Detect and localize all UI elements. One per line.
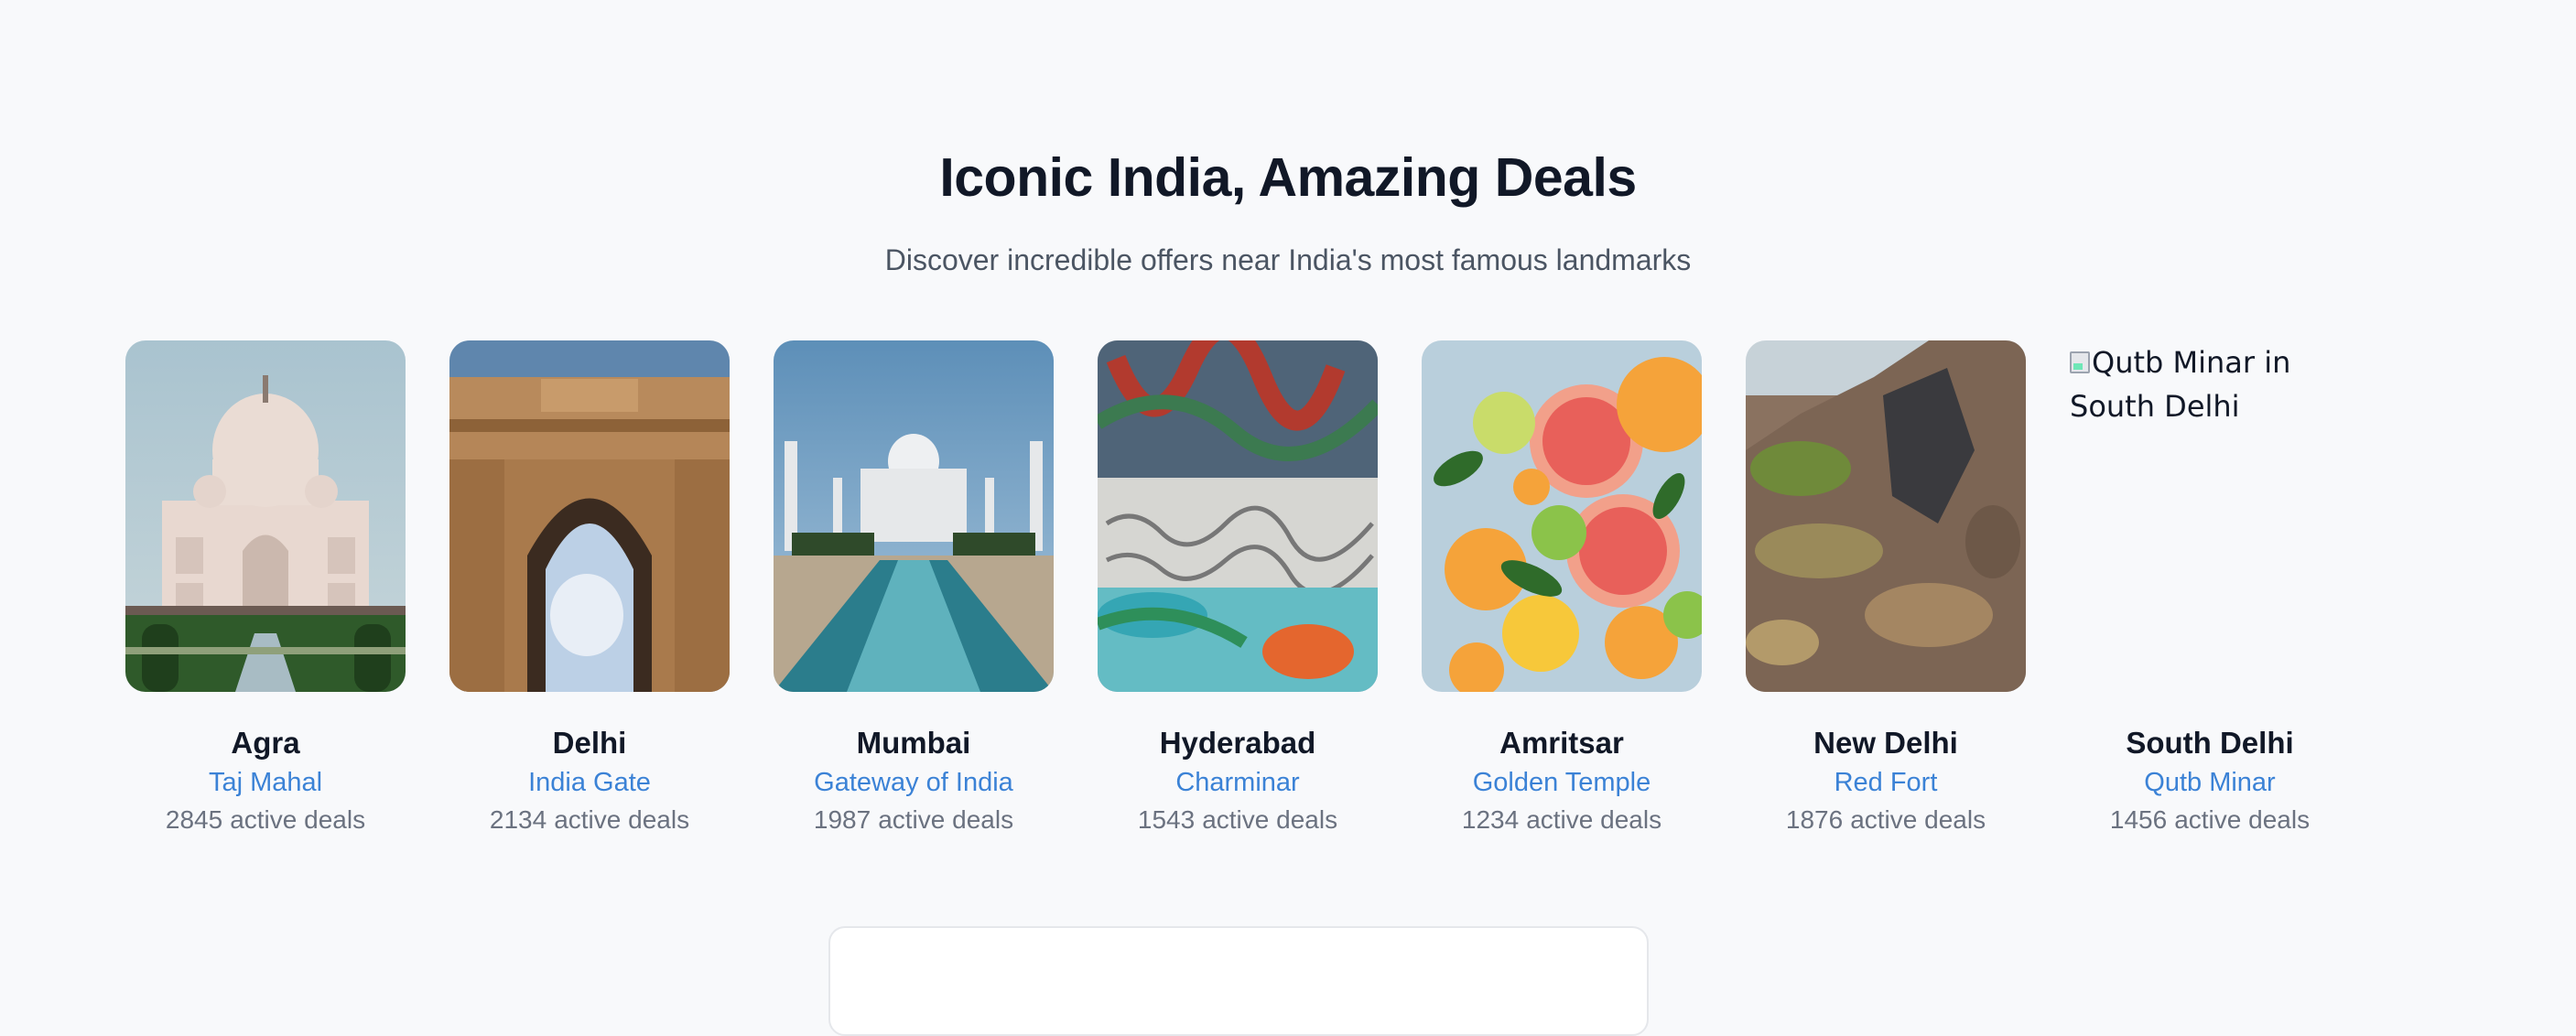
city-name: Amritsar [1499, 726, 1624, 760]
deal-count: 1876 [1785, 804, 1844, 834]
rocky-hillside-photo [1746, 340, 2026, 692]
city-card-south-delhi[interactable]: Qutb Minar in South Delhi South Delhi Qu… [2070, 340, 2350, 837]
city-card-hyderabad[interactable]: Hyderabad Charminar 1543 active deals [1098, 340, 1378, 837]
active-deals-count: 1543 active deals [1098, 803, 1378, 837]
city-name: Delhi [552, 726, 627, 760]
landmark-link[interactable]: Gateway of India [774, 765, 1054, 801]
section-subtitle: Discover incredible offers near India's … [884, 243, 1692, 276]
deals-suffix: active deals [2174, 804, 2311, 834]
city-name: Hyderabad [1159, 726, 1316, 760]
city-name: Mumbai [856, 726, 971, 760]
landmark-link[interactable]: India Gate [449, 765, 730, 801]
deals-suffix: active deals [1850, 804, 1986, 834]
city-name: Agra [231, 726, 300, 760]
city-card-delhi[interactable]: Delhi India Gate 2134 active deals [449, 340, 730, 837]
bottom-panel [828, 926, 1649, 1036]
charminar-image[interactable] [1098, 340, 1378, 692]
active-deals-count: 2134 active deals [449, 803, 730, 837]
deal-count: 2845 [165, 804, 223, 834]
active-deals-count: 1987 active deals [774, 803, 1054, 837]
landmark-link[interactable]: Charminar [1098, 765, 1378, 801]
landmark-link[interactable]: Golden Temple [1422, 765, 1702, 801]
golden-temple-image[interactable] [1422, 340, 1702, 692]
citrus-fruits-photo [1422, 340, 1702, 692]
active-deals-count: 2845 active deals [125, 803, 406, 837]
deal-count: 1987 [813, 804, 871, 834]
india-gate-photo [449, 340, 730, 692]
city-card-agra[interactable]: Agra Taj Mahal 2845 active deals [125, 340, 406, 837]
graffiti-wall-photo [1098, 340, 1378, 692]
section-title: Iconic India, Amazing Deals [939, 146, 1637, 208]
landmark-link[interactable]: Taj Mahal [125, 765, 406, 801]
deals-suffix: active deals [1202, 804, 1338, 834]
deal-count: 2134 [489, 804, 547, 834]
deals-suffix: active deals [1526, 804, 1662, 834]
broken-image-alt: Qutb Minar in South Delhi [2070, 340, 2350, 428]
city-name: South Delhi [2126, 726, 2294, 760]
deal-count: 1456 [2109, 804, 2168, 834]
deals-suffix: active deals [230, 804, 366, 834]
broken-image-icon [2070, 351, 2090, 373]
landmark-card-grid: Agra Taj Mahal 2845 active deals Delhi In… [125, 340, 2350, 837]
gateway-of-india-image[interactable] [774, 340, 1054, 692]
city-name: New Delhi [1813, 726, 1958, 760]
deal-count: 1543 [1137, 804, 1196, 834]
landmark-link[interactable]: Red Fort [1746, 765, 2026, 801]
taj-mahal-photo [125, 340, 406, 692]
qutb-minar-image[interactable]: Qutb Minar in South Delhi [2070, 340, 2350, 692]
deal-count: 1234 [1461, 804, 1520, 834]
image-alt-text: Qutb Minar in South Delhi [2070, 345, 2291, 424]
deals-suffix: active deals [878, 804, 1014, 834]
active-deals-count: 1876 active deals [1746, 803, 2026, 837]
city-card-mumbai[interactable]: Mumbai Gateway of India 1987 active deals [774, 340, 1054, 837]
india-gate-image[interactable] [449, 340, 730, 692]
active-deals-count: 1234 active deals [1422, 803, 1702, 837]
landmark-link[interactable]: Qutb Minar [2070, 765, 2350, 801]
active-deals-count: 1456 active deals [2070, 803, 2350, 837]
red-fort-image[interactable] [1746, 340, 2026, 692]
taj-mahal-image[interactable] [125, 340, 406, 692]
city-card-new-delhi[interactable]: New Delhi Red Fort 1876 active deals [1746, 340, 2026, 837]
taj-mahal-reflecting-pool-photo [774, 340, 1054, 692]
deals-suffix: active deals [554, 804, 690, 834]
city-card-amritsar[interactable]: Amritsar Golden Temple 1234 active deals [1422, 340, 1702, 837]
